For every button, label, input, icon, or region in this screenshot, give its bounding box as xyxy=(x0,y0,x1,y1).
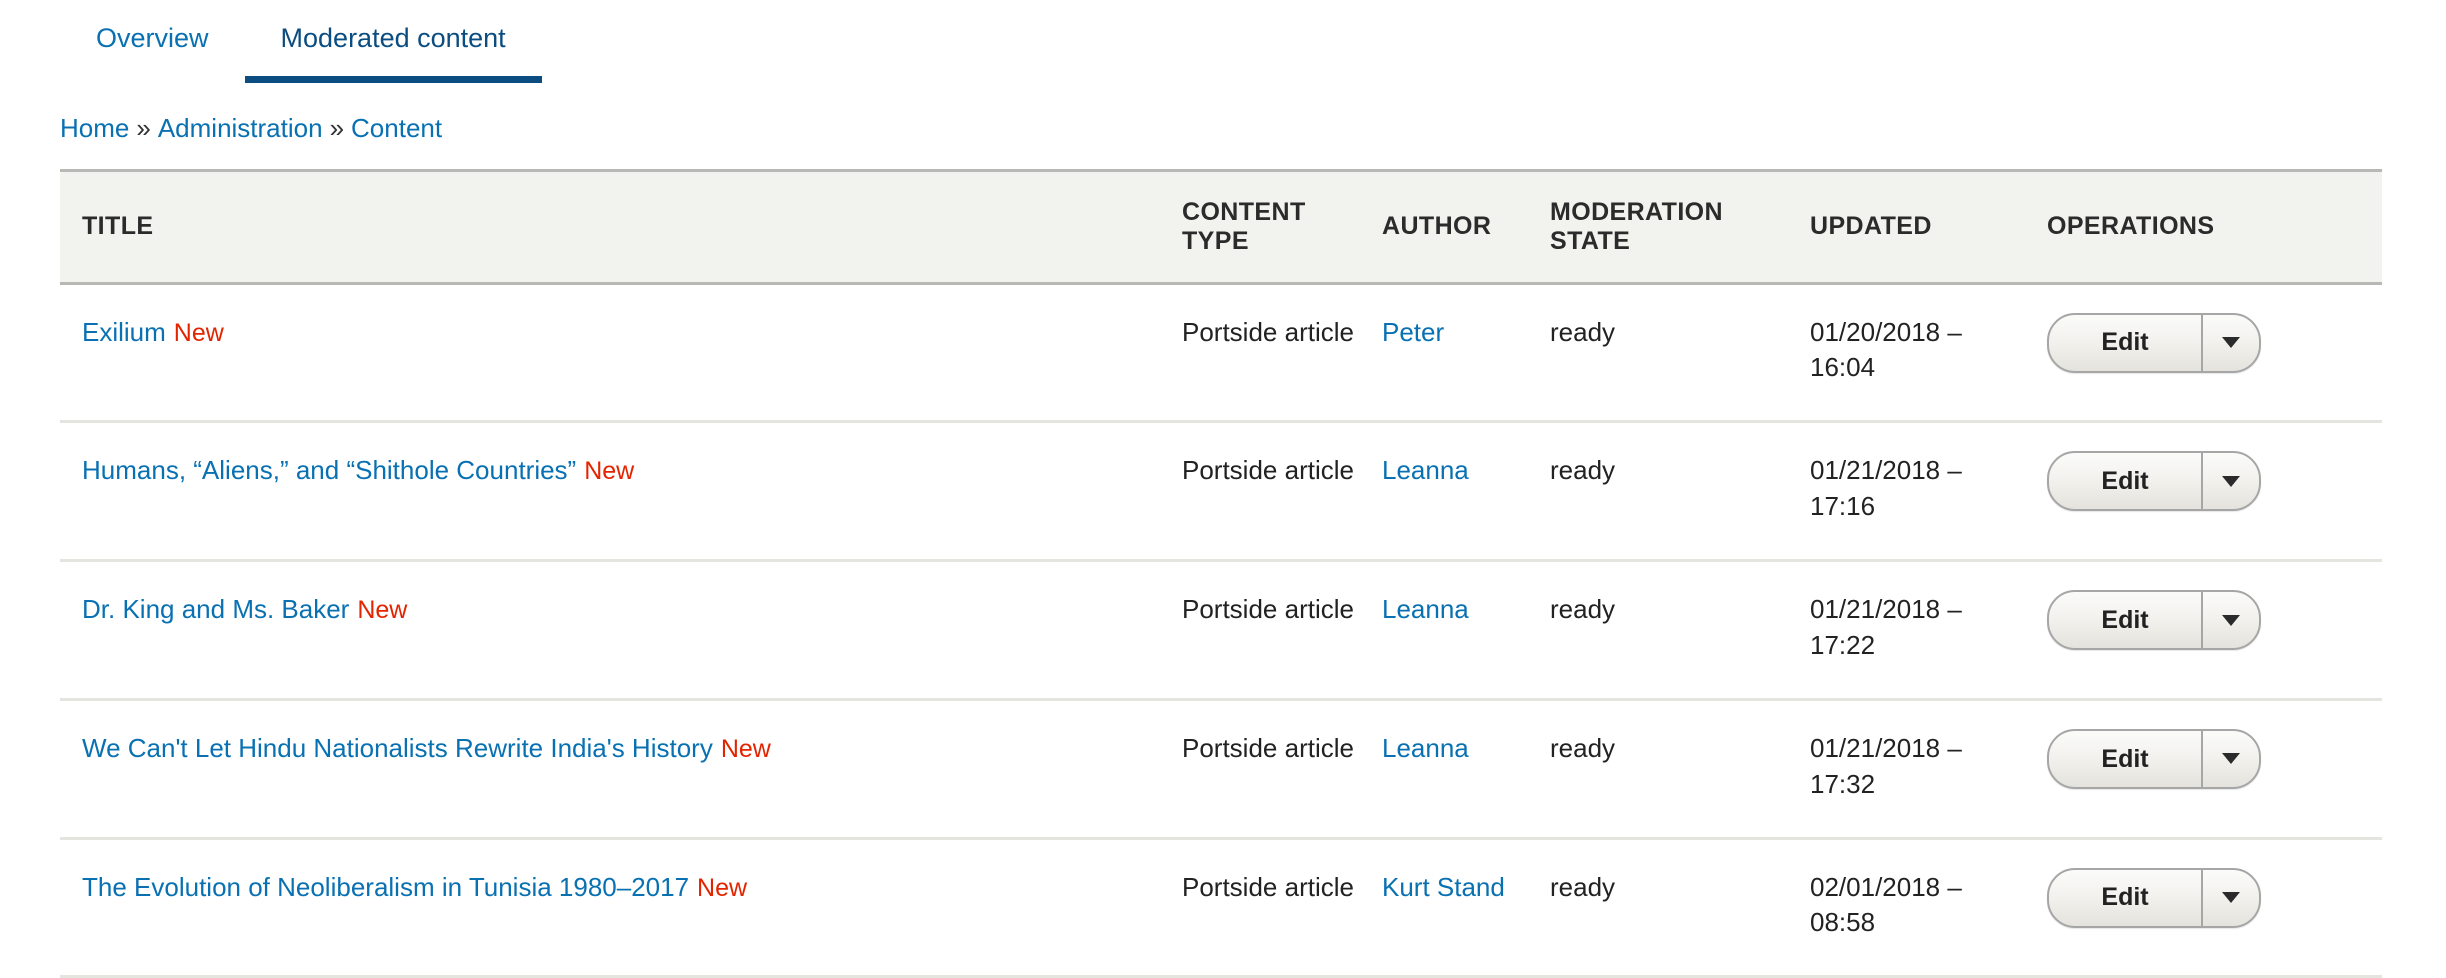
cell-operations: Edit xyxy=(2047,838,2382,977)
cell-content-type: Portside article xyxy=(1182,871,1354,902)
breadcrumb-item-content[interactable]: Content xyxy=(351,113,442,143)
operations-dropbutton[interactable]: Edit xyxy=(2047,728,2261,789)
cell-author: Kurt Stand xyxy=(1382,838,1550,977)
cell-author: Leanna xyxy=(1382,561,1550,700)
breadcrumb: Home» Administration» Content xyxy=(0,86,2446,169)
column-header-author[interactable]: AUTHOR xyxy=(1382,170,1550,283)
table-body: Exilium New Portside article Peter ready 01/2… xyxy=(60,283,2382,977)
operations-dropbutton[interactable]: Edit xyxy=(2047,451,2261,512)
author-link[interactable]: Peter xyxy=(1382,317,1444,347)
tab-moderated-content[interactable]: Moderated content xyxy=(244,0,542,83)
primary-tabs: Overview Moderated content xyxy=(0,0,2446,86)
breadcrumb-separator: » xyxy=(136,113,151,143)
edit-button[interactable]: Edit xyxy=(2049,592,2201,648)
cell-operations: Edit xyxy=(2047,561,2382,700)
cell-operations: Edit xyxy=(2047,422,2382,561)
table-row: We Can't Let Hindu Nationalists Rewrite … xyxy=(60,699,2382,839)
column-header-title[interactable]: TITLE xyxy=(60,170,1182,283)
author-link[interactable]: Leanna xyxy=(1382,733,1469,763)
content-title-link[interactable]: Dr. King and Ms. Baker xyxy=(82,594,349,624)
cell-moderation-state: ready xyxy=(1550,871,1616,902)
tab-list: Overview Moderated content xyxy=(60,0,2446,83)
operations-dropbutton[interactable]: Edit xyxy=(2047,867,2261,928)
edit-button[interactable]: Edit xyxy=(2049,315,2201,371)
content-title-link[interactable]: Exilium xyxy=(82,317,166,347)
new-marker: New xyxy=(357,596,408,625)
chevron-down-icon xyxy=(2222,337,2240,349)
moderated-content-table: TITLE CONTENT TYPE AUTHOR MODERATION STA… xyxy=(60,169,2382,978)
operations-toggle-button[interactable] xyxy=(2201,869,2259,926)
cell-updated: 01/21/2018 – 17:22 xyxy=(1810,594,1962,660)
content-title-link[interactable]: Humans, “Aliens,” and “Shithole Countrie… xyxy=(82,455,576,485)
operations-toggle-button[interactable] xyxy=(2201,314,2259,371)
edit-button[interactable]: Edit xyxy=(2049,731,2201,787)
content-title-link[interactable]: We Can't Let Hindu Nationalists Rewrite … xyxy=(82,733,713,763)
cell-title: Dr. King and Ms. Baker New xyxy=(60,561,1182,700)
cell-author: Leanna xyxy=(1382,422,1550,561)
table-header: TITLE CONTENT TYPE AUTHOR MODERATION STA… xyxy=(60,170,2382,284)
cell-moderation-state: ready xyxy=(1550,732,1616,763)
edit-button[interactable]: Edit xyxy=(2049,870,2201,926)
author-link[interactable]: Kurt Stand xyxy=(1382,872,1505,902)
table-header-row: TITLE CONTENT TYPE AUTHOR MODERATION STA… xyxy=(60,170,2382,284)
cell-operations: Edit xyxy=(2047,699,2382,838)
cell-moderation-state: ready xyxy=(1550,316,1616,347)
operations-toggle-button[interactable] xyxy=(2201,730,2259,787)
new-marker: New xyxy=(584,457,635,486)
column-header-moderation-state[interactable]: MODERATION STATE xyxy=(1550,170,1810,283)
edit-button[interactable]: Edit xyxy=(2049,453,2201,509)
tab-moderated-content-label: Moderated content xyxy=(280,23,506,53)
cell-operations: Edit xyxy=(2047,283,2382,422)
table-row: Humans, “Aliens,” and “Shithole Countrie… xyxy=(60,422,2382,561)
cell-title: Humans, “Aliens,” and “Shithole Countrie… xyxy=(60,422,1182,561)
author-link[interactable]: Leanna xyxy=(1382,455,1469,485)
cell-moderation-state: ready xyxy=(1550,594,1616,625)
content-table-wrapper: TITLE CONTENT TYPE AUTHOR MODERATION STA… xyxy=(0,169,2446,978)
new-marker: New xyxy=(173,318,224,347)
cell-title: Exilium New xyxy=(60,283,1182,422)
breadcrumb-separator: » xyxy=(329,113,345,143)
cell-moderation-state: ready xyxy=(1550,455,1616,486)
cell-updated: 01/20/2018 – 16:04 xyxy=(1810,316,1962,383)
cell-updated: 01/21/2018 – 17:16 xyxy=(1810,455,1962,522)
chevron-down-icon xyxy=(2222,614,2240,626)
chevron-down-icon xyxy=(2222,475,2240,487)
cell-updated: 01/21/2018 – 17:32 xyxy=(1810,732,1962,799)
tab-overview-label: Overview xyxy=(96,23,209,53)
new-marker: New xyxy=(697,873,748,902)
cell-content-type: Portside article xyxy=(1182,732,1354,763)
cell-author: Peter xyxy=(1382,283,1550,422)
breadcrumb-item-home[interactable]: Home xyxy=(60,113,129,143)
cell-author: Leanna xyxy=(1382,699,1550,838)
cell-content-type: Portside article xyxy=(1182,594,1354,625)
cell-updated: 02/01/2018 – 08:58 xyxy=(1810,871,1962,938)
cell-content-type: Portside article xyxy=(1182,455,1354,486)
column-header-content-type[interactable]: CONTENT TYPE xyxy=(1182,170,1382,283)
tab-overview[interactable]: Overview xyxy=(60,0,245,83)
cell-title: The Evolution of Neoliberalism in Tunisi… xyxy=(60,838,1182,977)
breadcrumb-item-administration[interactable]: Administration xyxy=(158,113,323,143)
column-header-operations: OPERATIONS xyxy=(2047,212,2215,241)
operations-dropbutton[interactable]: Edit xyxy=(2047,312,2261,373)
author-link[interactable]: Leanna xyxy=(1382,594,1469,624)
table-row: Dr. King and Ms. Baker New Portside articl… xyxy=(60,561,2382,700)
operations-dropbutton[interactable]: Edit xyxy=(2047,590,2261,651)
table-row: The Evolution of Neoliberalism in Tunisi… xyxy=(60,838,2382,977)
operations-toggle-button[interactable] xyxy=(2201,453,2259,510)
content-title-link[interactable]: The Evolution of Neoliberalism in Tunisi… xyxy=(82,872,689,902)
cell-content-type: Portside article xyxy=(1182,316,1354,347)
operations-toggle-button[interactable] xyxy=(2201,592,2259,649)
cell-title: We Can't Let Hindu Nationalists Rewrite … xyxy=(60,699,1182,838)
chevron-down-icon xyxy=(2222,892,2240,904)
new-marker: New xyxy=(720,734,771,763)
table-row: Exilium New Portside article Peter ready 01/2… xyxy=(60,283,2382,422)
column-header-updated[interactable]: UPDATED xyxy=(1810,170,2047,283)
chevron-down-icon xyxy=(2222,753,2240,765)
